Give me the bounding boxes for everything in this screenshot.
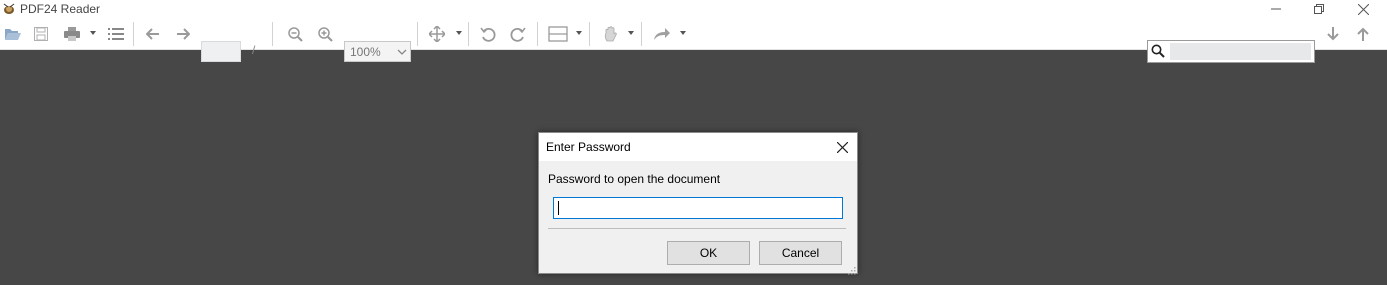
share-icon: [654, 28, 670, 40]
arrow-up-icon: [1357, 27, 1369, 41]
toolbar-separator: [133, 22, 134, 46]
toolbar-separator: [537, 22, 538, 46]
dialog-title-bar: Enter Password: [539, 133, 857, 161]
hand-dropdown-caret[interactable]: [628, 31, 634, 35]
app-icon: [2, 2, 16, 15]
fit-width-icon: [548, 26, 568, 42]
move-dropdown-caret[interactable]: [456, 31, 462, 35]
hand-tool-button[interactable]: [600, 23, 622, 45]
print-dropdown-caret[interactable]: [90, 31, 96, 35]
rotate-right-button[interactable]: [508, 23, 528, 45]
dialog-title: Enter Password: [546, 140, 631, 154]
outline-button[interactable]: [106, 23, 126, 45]
rotate-left-icon: [480, 27, 496, 42]
password-prompt-label: Password to open the document: [548, 172, 721, 186]
restore-button[interactable]: [1296, 0, 1342, 18]
zoom-in-icon: [317, 26, 333, 42]
rotate-right-icon: [510, 27, 526, 42]
close-icon: [836, 141, 848, 153]
close-icon: [1357, 3, 1369, 15]
dialog-close-button[interactable]: [827, 133, 857, 161]
title-bar: PDF24 Reader: [0, 0, 1387, 18]
forward-icon: [177, 28, 190, 40]
next-page-button[interactable]: [173, 23, 193, 45]
toolbar-separator: [641, 22, 642, 46]
resize-grip-icon[interactable]: [846, 262, 856, 275]
previous-page-button[interactable]: [143, 23, 163, 45]
share-button[interactable]: [651, 23, 673, 45]
print-icon: [64, 27, 80, 41]
hand-icon: [604, 26, 617, 42]
open-button[interactable]: [2, 23, 24, 45]
open-icon: [5, 29, 21, 40]
minimize-button[interactable]: [1253, 0, 1299, 18]
save-icon: [34, 27, 48, 41]
share-dropdown-caret[interactable]: [680, 31, 686, 35]
fit-dropdown-caret[interactable]: [576, 31, 582, 35]
rotate-left-button[interactable]: [478, 23, 498, 45]
arrow-down-icon: [1327, 27, 1339, 41]
print-button[interactable]: [60, 23, 84, 45]
password-dialog: Enter Password Password to open the docu…: [538, 132, 858, 275]
restore-icon: [1314, 4, 1324, 14]
search-next-button[interactable]: [1323, 23, 1343, 45]
back-icon: [146, 28, 159, 40]
zoom-in-button[interactable]: [315, 23, 335, 45]
toolbar-separator: [272, 22, 273, 46]
outline-icon: [108, 28, 124, 40]
text-cursor: [558, 201, 559, 215]
cancel-button[interactable]: Cancel: [759, 241, 842, 265]
move-icon: [429, 26, 445, 42]
window-title: PDF24 Reader: [20, 2, 101, 16]
zoom-out-button[interactable]: [285, 23, 305, 45]
password-input[interactable]: [553, 197, 843, 219]
move-button[interactable]: [427, 23, 447, 45]
toolbar-separator: [589, 22, 590, 46]
toolbar: / 100%: [0, 18, 1387, 63]
save-button[interactable]: [30, 23, 52, 45]
window-close-button[interactable]: [1340, 0, 1386, 18]
fit-width-button[interactable]: [546, 23, 570, 45]
toolbar-separator: [468, 22, 469, 46]
minimize-icon: [1271, 8, 1281, 10]
dialog-divider: [548, 228, 846, 229]
search-previous-button[interactable]: [1353, 23, 1373, 45]
ok-button[interactable]: OK: [667, 241, 750, 265]
zoom-out-icon: [287, 26, 303, 42]
toolbar-separator: [417, 22, 418, 46]
